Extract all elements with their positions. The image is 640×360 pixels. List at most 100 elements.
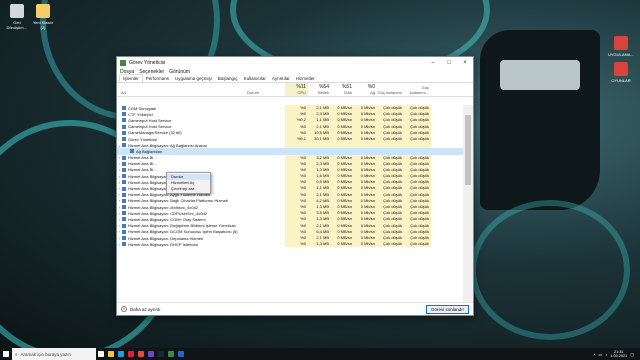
title-bar[interactable]: Görev Yöneticisi – □ × xyxy=(117,57,473,68)
cpu-label: CPU xyxy=(297,90,306,95)
tab-app-history[interactable]: Uygulama geçmişi xyxy=(172,75,215,82)
process-name: Hizmet Ana Bi… xyxy=(128,161,158,167)
process-icon xyxy=(122,106,126,111)
column-status[interactable]: Durum xyxy=(247,83,285,96)
process-icon xyxy=(122,211,126,216)
process-name-cell: COM Surrogate xyxy=(117,106,247,111)
tab-services[interactable]: Hizmetler xyxy=(293,75,318,82)
desktop-icon-recycle-bin[interactable]: Geri Dönüşüm… xyxy=(4,4,30,30)
process-name-cell: CTF Yükleyici xyxy=(117,112,247,117)
chrome-icon xyxy=(138,351,144,357)
system-tray: ˄ ▭ ♪ 21:31 1.03.2021 ▢ xyxy=(593,350,640,359)
power-label: Güç kullanımı xyxy=(377,90,402,95)
table-row[interactable]: › Hizmet Ana Bilgisayarı: DHCP İstemcisi%… xyxy=(117,241,463,248)
tray-chevron-icon[interactable]: ˄ xyxy=(593,352,595,357)
process-name-cell: › Hizmet Ana Bi… xyxy=(117,155,247,160)
tab-startup[interactable]: Başlangıç xyxy=(215,75,241,82)
power-cell: Çok düşük xyxy=(377,241,404,248)
menu-options[interactable]: Seçenekler xyxy=(139,69,164,75)
column-cpu[interactable]: %11 CPU xyxy=(285,83,308,96)
tab-users[interactable]: Kullanıcılar xyxy=(241,75,269,82)
footer: ˄ Daha az ayrıntı Görevi sonlandır xyxy=(117,302,473,315)
close-button[interactable]: × xyxy=(457,57,473,68)
taskbar-app-button[interactable] xyxy=(116,348,126,360)
desktop-icon-label: Yeni Klasör (2) xyxy=(32,20,54,30)
process-icon xyxy=(122,186,126,191)
scrollbar-thumb[interactable] xyxy=(465,115,471,185)
column-network[interactable]: %0 Ağ xyxy=(354,83,377,96)
search-icon: ⌕ xyxy=(15,351,18,357)
desktop-icon-folder[interactable]: Yeni Klasör (2) xyxy=(30,4,56,30)
process-name-cell: › Hizmet Ana Bilgisayarı: COM+ Olay Siste… xyxy=(117,217,247,222)
taskbar-app-button[interactable] xyxy=(146,348,156,360)
tab-details[interactable]: Ayrıntılar xyxy=(269,75,293,82)
process-name: Hizmet Ana Bilgisayarı: COM+ Olay Sistem… xyxy=(128,216,206,222)
chevron-up-icon: ˄ xyxy=(121,306,127,312)
media-icon xyxy=(148,351,154,357)
minimize-button[interactable]: – xyxy=(425,57,441,68)
maximize-button[interactable]: □ xyxy=(441,57,457,68)
power-trend-label: Güç kullanımı... xyxy=(409,85,429,95)
start-button[interactable] xyxy=(0,348,12,360)
process-name-cell: Görev Yöneticisi xyxy=(117,137,247,142)
wallpaper-mask xyxy=(480,30,600,210)
column-power[interactable]: Güç kullanımı xyxy=(377,83,404,96)
taskbar-app-button[interactable] xyxy=(166,348,176,360)
column-power-trend[interactable]: Güç kullanımı... xyxy=(404,83,431,96)
process-icon xyxy=(122,174,126,179)
network-label: Ağ xyxy=(370,90,375,95)
network-icon[interactable]: ▭ xyxy=(599,352,603,357)
less-details-toggle[interactable]: ˄ Daha az ayrıntı xyxy=(121,306,426,312)
column-memory[interactable]: %54 Bellek xyxy=(308,83,331,96)
process-name: Gameinput Host Service xyxy=(128,117,172,123)
taskbar-search-box[interactable]: ⌕ Aramak için buraya yazın xyxy=(12,348,96,360)
search-placeholder: Aramak için buraya yazın xyxy=(20,351,72,357)
memory-label: Bellek xyxy=(318,90,329,95)
tab-processes[interactable]: İşlemler xyxy=(119,74,143,82)
taskbar-app-button[interactable] xyxy=(106,348,116,360)
process-name-cell: › Hizmet Ana Bilgisayarı: DCOM Sunucusu İ… xyxy=(117,229,247,234)
process-icon xyxy=(122,242,126,247)
end-task-button[interactable]: Görevi sonlandır xyxy=(425,304,469,314)
process-name-cell: › Hizmet Ana Bilgisayarı: DHCP İstemcisi xyxy=(117,242,247,247)
process-name: Hizmet Ana Bilgisayarı: DHCP İstemcisi xyxy=(128,241,199,247)
process-icon xyxy=(122,118,126,123)
process-name-cell: › Hizmet Ana Bilgisayarı: Bağlı Cihazlar … xyxy=(117,198,247,203)
vertical-scrollbar[interactable] xyxy=(463,105,473,303)
desktop-icon-label: UYGULAMA… xyxy=(608,52,635,57)
process-icon xyxy=(122,161,126,166)
notification-icon[interactable]: ▢ xyxy=(630,352,634,357)
context-menu-search-online[interactable]: Çevrimiçi ara xyxy=(167,186,210,192)
process-icon xyxy=(122,198,126,203)
process-name: GameManagerService (32 bit) xyxy=(128,130,182,136)
explorer-icon xyxy=(108,351,114,357)
power-trend-cell: Çok düşük xyxy=(404,241,431,248)
desktop-icon-games[interactable]: OYUNLAR xyxy=(608,62,634,83)
wallpaper-swirl xyxy=(470,200,630,340)
taskbar-app-button[interactable] xyxy=(126,348,136,360)
clock[interactable]: 21:31 1.03.2021 xyxy=(610,350,627,359)
taskmgr-icon xyxy=(168,351,174,357)
process-icon xyxy=(122,180,126,185)
process-name-cell: ⌄ Hizmet Ana Bilgisayarı: Ağ Bağlantısı A… xyxy=(117,143,247,148)
tab-performance[interactable]: Performans xyxy=(143,75,172,82)
desktop-icon-label: Geri Dönüşüm… xyxy=(6,20,28,30)
taskbar-app-button[interactable] xyxy=(156,348,166,360)
process-icon xyxy=(122,229,126,234)
store-icon xyxy=(178,351,184,357)
disk-cell: 0 MB/sn xyxy=(331,241,354,248)
process-icon xyxy=(122,236,126,241)
volume-icon[interactable]: ♪ xyxy=(605,352,607,357)
column-name[interactable]: Ad xyxy=(117,83,247,96)
taskbar-app-button[interactable] xyxy=(96,348,106,360)
network-cell: 0 Mb/sn xyxy=(354,241,377,248)
process-name: Hizmet Ana Bi… xyxy=(128,155,158,161)
column-disk[interactable]: %51 Disk xyxy=(331,83,354,96)
desktop-icon-apps[interactable]: UYGULAMA… xyxy=(608,36,634,57)
taskbar-app-button[interactable] xyxy=(176,348,186,360)
taskbar-app-button[interactable] xyxy=(136,348,146,360)
process-icon xyxy=(122,223,126,228)
menu-view[interactable]: Görünüm xyxy=(169,69,190,75)
process-name-cell: › Hizmet Ana Bilgisayarı: Değiştirme Bild… xyxy=(117,223,247,228)
process-icon xyxy=(122,112,126,117)
